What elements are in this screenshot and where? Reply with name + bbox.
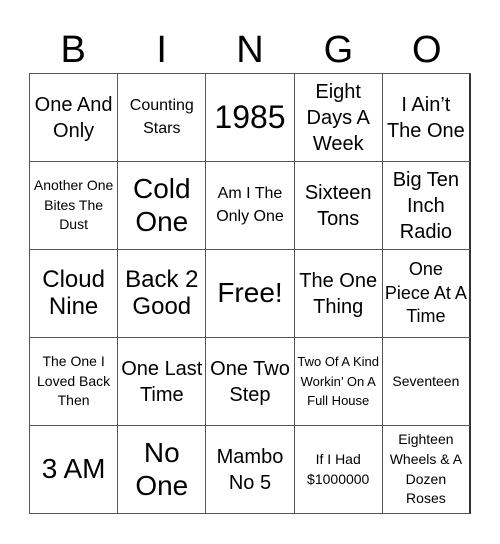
free-space-cell[interactable]: Free! (206, 250, 295, 338)
bingo-cell[interactable]: Counting Stars (118, 74, 207, 162)
bingo-cell[interactable]: No One (118, 426, 207, 514)
bingo-cell[interactable]: One Last Time (118, 338, 207, 426)
header-letter-n: N (236, 29, 264, 71)
bingo-cell[interactable]: If I Had $1000000 (294, 426, 383, 514)
bingo-cell[interactable]: Eighteen Wheels & A Dozen Roses (382, 426, 471, 514)
bingo-cell[interactable]: Seventeen (382, 338, 471, 426)
bingo-cell[interactable]: 1985 (206, 74, 295, 162)
bingo-cell[interactable]: Back 2 Good (118, 250, 207, 338)
bingo-cell[interactable]: Cold One (118, 162, 207, 250)
bingo-cell[interactable]: Eight Days A Week (294, 74, 383, 162)
bingo-header: B I N G O (29, 28, 471, 73)
bingo-cell[interactable]: Two Of A Kind Workin’ On A Full House (294, 338, 383, 426)
header-letter-b: B (60, 29, 86, 71)
bingo-cell[interactable]: Mambo No 5 (206, 426, 295, 514)
bingo-grid: One And Only Counting Stars 1985 Eight D… (29, 73, 471, 514)
bingo-cell[interactable]: One Two Step (206, 338, 295, 426)
bingo-cell[interactable]: The One I Loved Back Then (30, 338, 119, 426)
bingo-cell[interactable]: One And Only (30, 74, 119, 162)
header-letter-i: I (156, 29, 167, 71)
bingo-cell[interactable]: 3 AM (30, 426, 119, 514)
bingo-cell[interactable]: The One Thing (294, 250, 383, 338)
bingo-cell[interactable]: Big Ten Inch Radio (382, 162, 471, 250)
bingo-cell[interactable]: One Piece At A Time (382, 250, 471, 338)
bingo-cell[interactable]: Cloud Nine (30, 250, 119, 338)
bingo-cell[interactable]: Am I The Only One (206, 162, 295, 250)
bingo-cell[interactable]: Another One Bites The Dust (30, 162, 119, 250)
header-letter-g: G (323, 29, 354, 71)
header-letter-o: O (412, 29, 442, 71)
bingo-cell[interactable]: Sixteen Tons (294, 162, 383, 250)
bingo-cell[interactable]: I Ain’t The One (382, 74, 471, 162)
